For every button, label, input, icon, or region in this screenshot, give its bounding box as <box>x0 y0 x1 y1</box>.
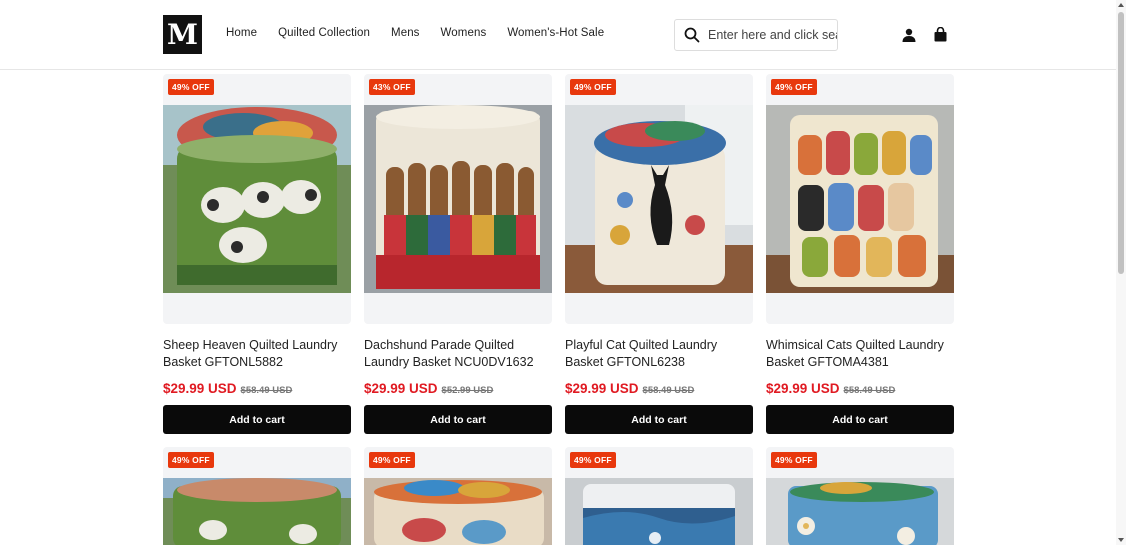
nav-womens[interactable]: Womens <box>441 27 487 39</box>
sale-price: $29.99 USD <box>163 381 237 396</box>
compare-price: $58.49 USD <box>642 385 695 396</box>
product-title[interactable]: Dachshund Parade Quilted Laundry Basket … <box>364 337 552 371</box>
product-card[interactable]: 43% OFF Dachshund Parade Quilted Laundry… <box>364 74 552 434</box>
account-icon[interactable] <box>902 28 916 42</box>
nav-womens-hot-sale[interactable]: Women's-Hot Sale <box>507 27 604 39</box>
product-image-wrap[interactable]: 49% OFF <box>364 447 552 545</box>
product-image-basket-6[interactable] <box>565 478 753 545</box>
add-to-cart-button[interactable]: Add to cart <box>364 405 552 434</box>
discount-badge: 49% OFF <box>570 452 616 468</box>
main-nav: Home Quilted Collection Mens Womens Wome… <box>226 27 625 39</box>
product-card[interactable]: 49% OFF Sheep Heaven Quilted Laundry Bas… <box>163 74 351 434</box>
add-to-cart-button[interactable]: Add to cart <box>565 405 753 434</box>
discount-badge: 49% OFF <box>168 79 214 95</box>
compare-price: $58.49 USD <box>240 385 293 396</box>
scrollbar[interactable] <box>1116 0 1126 545</box>
product-title[interactable]: Playful Cat Quilted Laundry Basket GFTON… <box>565 337 753 371</box>
product-image-playful-cat-basket[interactable] <box>565 105 753 293</box>
add-to-cart-button[interactable]: Add to cart <box>163 405 351 434</box>
product-image-dachshund-basket[interactable] <box>364 105 552 293</box>
nav-home[interactable]: Home <box>226 27 257 39</box>
site-header: M Home Quilted Collection Mens Womens Wo… <box>0 0 1116 70</box>
price-row: $29.99 USD $58.49 USD <box>565 381 753 396</box>
scroll-down-arrow[interactable] <box>1118 538 1124 542</box>
discount-badge: 49% OFF <box>369 452 415 468</box>
scroll-thumb[interactable] <box>1118 12 1124 274</box>
product-image-wrap[interactable]: 49% OFF <box>163 447 351 545</box>
discount-badge: 49% OFF <box>168 452 214 468</box>
product-image-whimsical-cats-basket[interactable] <box>766 105 954 293</box>
compare-price: $52.99 USD <box>441 385 494 396</box>
product-image-wrap[interactable]: 49% OFF <box>766 74 954 324</box>
price-row: $29.99 USD $52.99 USD <box>364 381 552 396</box>
product-image-sheep-basket-2[interactable] <box>163 478 351 545</box>
product-title[interactable]: Whimsical Cats Quilted Laundry Basket GF… <box>766 337 954 371</box>
product-card[interactable]: 49% OFF <box>565 447 753 545</box>
search-icon[interactable] <box>684 27 700 43</box>
price-row: $29.99 USD $58.49 USD <box>766 381 954 396</box>
product-image-basket-5[interactable] <box>364 478 552 545</box>
product-card[interactable]: 49% OFF Playful Cat Quilted Laundry Bask… <box>565 74 753 434</box>
product-image-wrap[interactable]: 49% OFF <box>565 74 753 324</box>
product-image-basket-7[interactable] <box>766 478 954 545</box>
product-image-wrap[interactable]: 43% OFF <box>364 74 552 324</box>
cart-icon[interactable] <box>934 27 947 42</box>
nav-mens[interactable]: Mens <box>391 27 420 39</box>
discount-badge: 43% OFF <box>369 79 415 95</box>
product-image-wrap[interactable]: 49% OFF <box>163 74 351 324</box>
product-card[interactable]: 49% OFF Whimsical Cats Quilted Laundry B… <box>766 74 954 434</box>
discount-badge: 49% OFF <box>771 452 817 468</box>
search-input[interactable] <box>708 28 837 42</box>
site-logo[interactable]: M <box>163 15 202 54</box>
price-row: $29.99 USD $58.49 USD <box>163 381 351 396</box>
product-title[interactable]: Sheep Heaven Quilted Laundry Basket GFTO… <box>163 337 351 371</box>
sale-price: $29.99 USD <box>766 381 840 396</box>
product-image-sheep-basket[interactable] <box>163 105 351 293</box>
scroll-up-arrow[interactable] <box>1118 3 1124 7</box>
add-to-cart-button[interactable]: Add to cart <box>766 405 954 434</box>
product-card[interactable]: 49% OFF <box>364 447 552 545</box>
nav-quilted-collection[interactable]: Quilted Collection <box>278 27 370 39</box>
product-image-wrap[interactable]: 49% OFF <box>565 447 753 545</box>
product-card[interactable]: 49% OFF <box>766 447 954 545</box>
sale-price: $29.99 USD <box>364 381 438 396</box>
product-card[interactable]: 49% OFF <box>163 447 351 545</box>
sale-price: $29.99 USD <box>565 381 639 396</box>
discount-badge: 49% OFF <box>771 79 817 95</box>
product-image-wrap[interactable]: 49% OFF <box>766 447 954 545</box>
search-box[interactable] <box>674 19 838 51</box>
discount-badge: 49% OFF <box>570 79 616 95</box>
compare-price: $58.49 USD <box>843 385 896 396</box>
